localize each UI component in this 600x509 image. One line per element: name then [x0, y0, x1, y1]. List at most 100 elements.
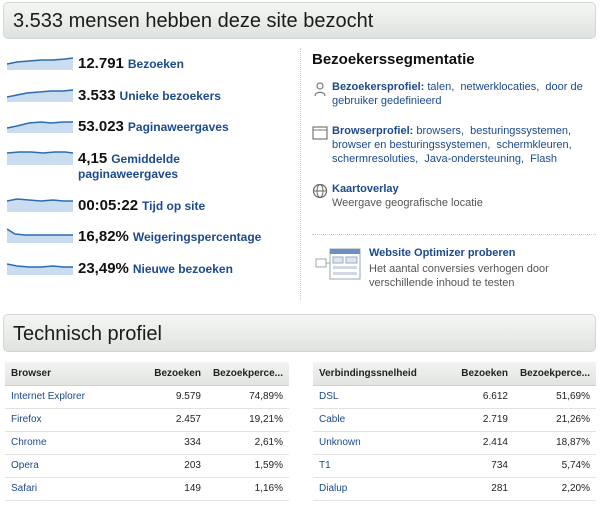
table-row: Cable 2.719 21,26%	[313, 408, 596, 432]
metric-pageviews[interactable]: 53.023 Paginaweergaves	[0, 115, 300, 145]
sparkline-avg-pageviews-icon	[7, 151, 73, 165]
metric-label-line2[interactable]: paginaweergaves	[78, 167, 180, 181]
technical-profile-header: Technisch profiel	[3, 314, 596, 352]
visits-cell: 6.612	[451, 385, 514, 409]
visitor-profile-block: Bezoekersprofiel: talen, netwerklocaties…	[312, 80, 597, 108]
map-overlay-block: Kaartoverlay Weergave geografische locat…	[312, 182, 597, 210]
browser-name[interactable]: Internet Explorer	[5, 385, 145, 409]
col-visits[interactable]: Bezoeken	[451, 362, 514, 386]
metric-label[interactable]: Tijd op site	[142, 199, 205, 213]
column-divider	[300, 48, 301, 300]
metric-label[interactable]: Bezoeken	[128, 57, 184, 71]
percentage-cell: 74,89%	[206, 385, 289, 409]
overview-title: 3.533 mensen hebben deze site bezocht	[13, 10, 374, 32]
table-row: Firefox 2.457 19,21%	[5, 408, 289, 432]
sparkline-time-icon	[7, 198, 73, 212]
table-row: Unknown 2.414 18,87%	[313, 431, 596, 455]
percentage-cell: 51,69%	[513, 385, 596, 409]
map-overlay-link[interactable]: Kaartoverlay	[332, 183, 399, 195]
website-optimizer-icon	[315, 248, 361, 280]
link-operating-systems[interactable]: besturingssystemen,	[470, 125, 571, 137]
segmentation-title: Bezoekerssegmentatie	[312, 51, 475, 68]
link-network-locations[interactable]: netwerklocaties,	[460, 81, 539, 93]
link-languages[interactable]: talen,	[427, 81, 454, 93]
percentage-cell: 18,87%	[513, 431, 596, 455]
table-row: Opera 203 1,59%	[5, 454, 289, 478]
metric-label[interactable]: Nieuwe bezoeken	[133, 262, 233, 276]
visits-cell: 203	[144, 454, 207, 478]
link-screen-colors[interactable]: schermkleuren,	[496, 139, 571, 151]
metric-value: 12.791	[78, 55, 124, 72]
sparkline-new-visits-icon	[7, 263, 73, 275]
sparkline-unique-icon	[7, 89, 73, 102]
connection-name[interactable]: Unknown	[313, 431, 452, 455]
metric-value: 16,82%	[78, 228, 129, 245]
sparkline-bounce-icon	[7, 228, 73, 243]
connection-name[interactable]: Cable	[313, 408, 452, 432]
table-row: DSL 6.612 51,69%	[313, 385, 596, 409]
metric-visits[interactable]: 12.791 Bezoeken	[0, 52, 300, 82]
percentage-cell: 5,74%	[513, 454, 596, 478]
link-java-support[interactable]: Java-ondersteuning,	[424, 153, 524, 165]
metric-value: 53.023	[78, 118, 124, 135]
person-icon	[314, 82, 326, 97]
metric-label[interactable]: Paginaweergaves	[128, 120, 229, 134]
metric-avg-pageviews[interactable]: 4,15 Gemiddelde paginaweergaves	[0, 147, 300, 187]
table-row: Dialup 281 2,20%	[313, 477, 596, 501]
overview-header: 3.533 mensen hebben deze site bezocht	[3, 2, 596, 39]
browser-table: Browser Bezoeken Bezoekperce... Internet…	[5, 362, 289, 501]
col-visits[interactable]: Bezoeken	[144, 362, 207, 386]
percentage-cell: 21,26%	[513, 408, 596, 432]
table-row: Chrome 334 2,61%	[5, 431, 289, 455]
map-overlay-desc: Weergave geografische locatie	[332, 197, 483, 209]
visits-cell: 734	[451, 454, 514, 478]
optimizer-link[interactable]: Website Optimizer proberen	[369, 247, 516, 259]
browser-name[interactable]: Safari	[5, 477, 145, 501]
visitor-profile-label: Bezoekersprofiel:	[332, 81, 425, 93]
metric-unique-visitors[interactable]: 3.533 Unieke bezoekers	[0, 84, 300, 114]
link-browser-os[interactable]: browser en besturingssystemen,	[332, 139, 490, 151]
visits-cell: 2.414	[451, 431, 514, 455]
percentage-cell: 1,16%	[206, 477, 289, 501]
metric-new-visits[interactable]: 23,49% Nieuwe bezoeken	[0, 257, 300, 287]
table-row: T1 734 5,74%	[313, 454, 596, 478]
sparkline-pageviews-icon	[7, 121, 73, 133]
metric-value: 3.533	[78, 87, 116, 104]
visits-cell: 281	[451, 477, 514, 501]
visits-cell: 149	[144, 477, 207, 501]
col-visit-percentage[interactable]: Bezoekperce...	[206, 362, 289, 386]
connection-name[interactable]: T1	[313, 454, 452, 478]
browser-profile-label: Browserprofiel:	[332, 125, 414, 137]
table-row: Internet Explorer 9.579 74,89%	[5, 385, 289, 409]
browser-name[interactable]: Firefox	[5, 408, 145, 432]
table-row: Safari 149 1,16%	[5, 477, 289, 501]
percentage-cell: 19,21%	[206, 408, 289, 432]
metric-label[interactable]: Weigeringspercentage	[133, 230, 261, 244]
visits-cell: 2.719	[451, 408, 514, 432]
connection-name[interactable]: DSL	[313, 385, 452, 409]
connection-speed-table: Verbindingssnelheid Bezoeken Bezoekperce…	[313, 362, 596, 501]
percentage-cell: 1,59%	[206, 454, 289, 478]
link-screen-resolutions[interactable]: schermresoluties,	[332, 153, 418, 165]
percentage-cell: 2,20%	[513, 477, 596, 501]
table-header-row: Browser Bezoeken Bezoekperce...	[5, 362, 289, 386]
sparkline-visits-icon	[7, 57, 73, 70]
connection-name[interactable]: Dialup	[313, 477, 452, 501]
visits-cell: 9.579	[144, 385, 207, 409]
col-browser[interactable]: Browser	[5, 362, 145, 386]
link-browsers[interactable]: browsers,	[416, 125, 464, 137]
metric-time-on-site[interactable]: 00:05:22 Tijd op site	[0, 194, 300, 224]
browser-name[interactable]: Opera	[5, 454, 145, 478]
globe-icon	[312, 183, 328, 199]
browser-name[interactable]: Chrome	[5, 431, 145, 455]
table-header-row: Verbindingssnelheid Bezoeken Bezoekperce…	[313, 362, 596, 386]
visits-cell: 2.457	[144, 408, 207, 432]
metric-value: 00:05:22	[78, 197, 139, 214]
col-visit-percentage[interactable]: Bezoekperce...	[513, 362, 596, 386]
link-flash[interactable]: Flash	[530, 153, 557, 165]
metric-label[interactable]: Unieke bezoekers	[120, 89, 221, 103]
metric-bounce-rate[interactable]: 16,82% Weigeringspercentage	[0, 225, 300, 255]
col-connection-speed[interactable]: Verbindingssnelheid	[313, 362, 452, 386]
metric-label[interactable]: Gemiddelde	[111, 152, 180, 166]
browser-window-icon	[312, 126, 328, 140]
